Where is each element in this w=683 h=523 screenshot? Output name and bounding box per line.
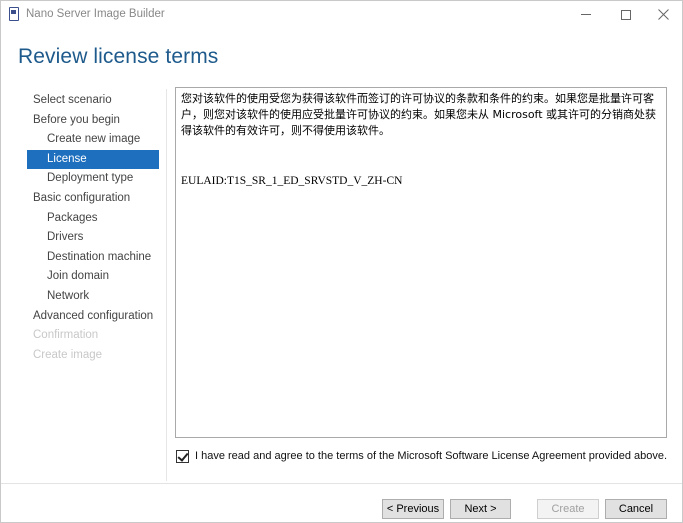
app-window: Nano Server Image Builder Review license… — [0, 0, 683, 523]
close-button[interactable] — [646, 1, 680, 28]
maximize-button[interactable] — [609, 1, 643, 28]
create-button[interactable]: Create — [537, 499, 599, 519]
license-textbox[interactable]: 您对该软件的使用受您为获得该软件而签订的许可协议的条款和条件的约束。如果您是批量… — [175, 87, 667, 438]
cancel-button[interactable]: Cancel — [605, 499, 667, 519]
nav-item-destination-machine[interactable]: Destination machine — [27, 248, 159, 268]
nav-item-create-image: Create image — [33, 348, 103, 361]
agree-label[interactable]: I have read and agree to the terms of th… — [195, 450, 667, 462]
next-button[interactable]: Next > — [450, 499, 511, 519]
nav-item-select-scenario[interactable]: Select scenario — [27, 91, 159, 111]
nav-item-deployment-type[interactable]: Deployment type — [27, 169, 159, 189]
minimize-button[interactable] — [569, 1, 603, 28]
close-icon — [657, 9, 669, 20]
nav-item-confirmation: Confirmation — [33, 329, 99, 342]
footer-divider — [1, 483, 682, 484]
nav-item-join-domain[interactable]: Join domain — [27, 267, 159, 287]
window-title: Nano Server Image Builder — [26, 8, 165, 20]
agree-row[interactable]: I have read and agree to the terms of th… — [176, 449, 667, 463]
nav-item-network[interactable]: Network — [27, 287, 159, 307]
maximize-icon — [621, 9, 631, 20]
nav-divider — [166, 89, 167, 481]
license-text: 您对该软件的使用受您为获得该软件而签订的许可协议的条款和条件的约束。如果您是批量… — [181, 92, 657, 137]
page-title: Review license terms — [18, 45, 219, 68]
nav-item-before-you-begin[interactable]: Before you begin — [27, 111, 159, 131]
wizard-nav: Select scenario Before you begin Create ne… — [27, 91, 159, 365]
minimize-icon — [581, 14, 591, 15]
nav-item-license[interactable]: License — [27, 149, 159, 170]
nav-item-basic-configuration[interactable]: Basic configuration — [27, 189, 159, 209]
nav-item-advanced-configuration[interactable]: Advanced configuration — [27, 307, 159, 327]
eula-id: EULAID:T1S_SR_1_ED_SRVSTD_V_ZH-CN — [181, 175, 403, 187]
app-icon — [9, 7, 19, 21]
agree-checkbox[interactable] — [176, 449, 189, 463]
nav-item-drivers[interactable]: Drivers — [27, 228, 159, 248]
previous-button[interactable]: < Previous — [382, 499, 444, 519]
title-bar[interactable]: Nano Server Image Builder — [1, 1, 682, 28]
nav-item-create-new-image[interactable]: Create new image — [27, 130, 159, 150]
nav-item-packages[interactable]: Packages — [27, 209, 159, 229]
